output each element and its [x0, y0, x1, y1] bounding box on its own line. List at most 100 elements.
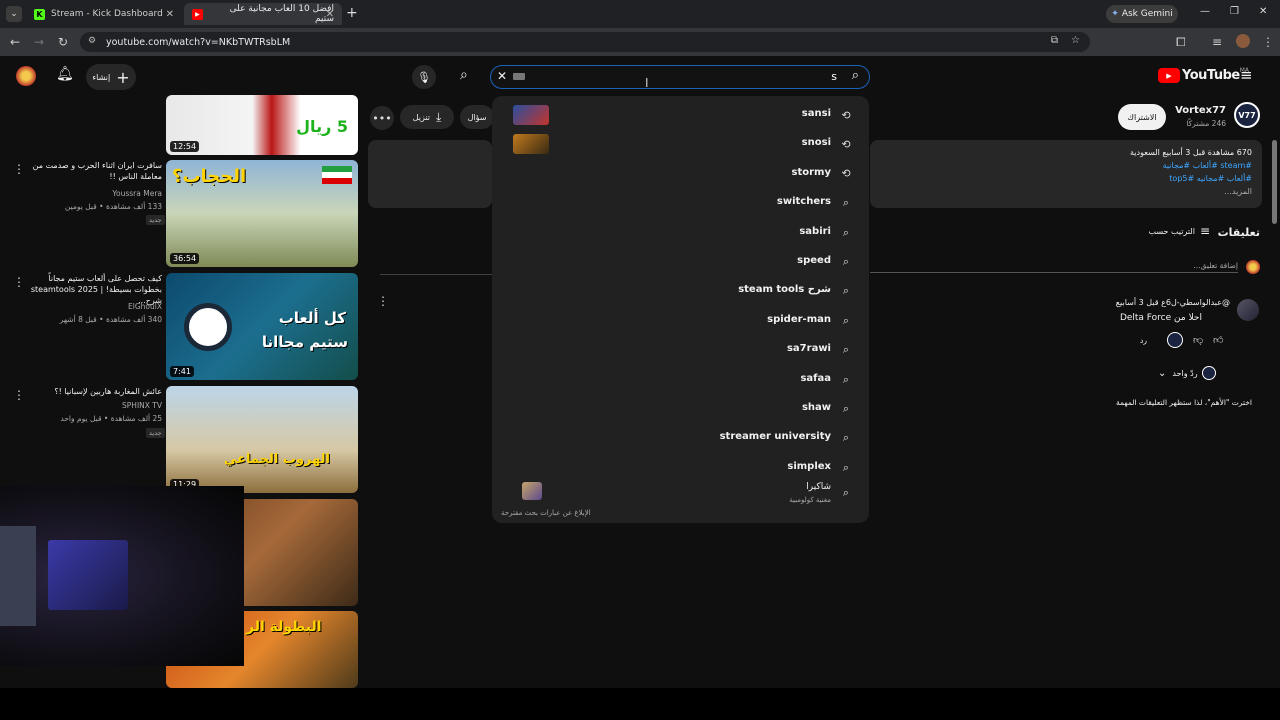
like-icon[interactable]: 👍︎: [1213, 334, 1223, 346]
site-info-icon[interactable]: ⚙: [88, 36, 96, 46]
profile-avatar[interactable]: [1236, 34, 1250, 48]
search-suggestion-icon: ⌕: [842, 372, 850, 386]
hamburger-menu-icon[interactable]: ≡: [1240, 66, 1253, 84]
sort-icon: ≡: [1199, 224, 1210, 238]
account-avatar[interactable]: [16, 66, 36, 86]
clear-search-icon[interactable]: ✕: [497, 69, 507, 83]
extensions-icon[interactable]: ⧠: [1176, 35, 1186, 50]
video-thumbnail[interactable]: الهروب الجماعي 11:29: [166, 386, 358, 493]
reading-list-icon[interactable]: ≡: [1212, 35, 1222, 49]
hashtags[interactable]: #steam #ألعاب #مجانية: [900, 161, 1252, 170]
add-comment-input[interactable]: إضافة تعليق...: [870, 261, 1238, 270]
search-suggestion[interactable]: shaw ⌕: [492, 396, 869, 422]
search-suggestion[interactable]: stormy ⟲: [492, 161, 869, 187]
maximize-icon[interactable]: ❐: [1230, 6, 1239, 17]
channel-name[interactable]: Vortex77: [1160, 105, 1226, 116]
replies-toggle[interactable]: ⌄ ردّ واحد: [1158, 366, 1216, 380]
video-duration: 7:41: [170, 366, 194, 377]
search-suggestion[interactable]: steam tools شرح ⌕: [492, 278, 869, 304]
more-actions-icon[interactable]: •••: [370, 106, 394, 130]
address-bar[interactable]: ⚙ youtube.com/watch?v=NKbTWTRsbLM ⧉ ☆: [80, 32, 1090, 52]
thumbnail-caption: البطولة الر: [246, 619, 322, 635]
video-meta: 133 ألف مشاهدة • قبل يومين: [64, 202, 162, 211]
suggestion-thumbnail: [513, 105, 549, 125]
creator-heart-avatar: [1167, 332, 1183, 348]
page-scrollbar[interactable]: [1272, 140, 1277, 224]
download-button[interactable]: تنزيل ⤓: [400, 105, 454, 129]
dislike-icon[interactable]: 👎︎: [1193, 334, 1203, 346]
search-suggestion[interactable]: streamer university ⌕: [492, 425, 869, 451]
comment-menu-icon[interactable]: ⋮: [377, 294, 389, 308]
report-suggestions-link[interactable]: الإبلاغ عن عبارات بحث مقترحة: [501, 509, 591, 517]
search-suggestion[interactable]: speed ⌕: [492, 249, 869, 275]
search-suggestion[interactable]: snosi ⟲: [492, 131, 869, 157]
download-label: تنزيل: [412, 112, 431, 122]
commenter-avatar[interactable]: [1237, 299, 1259, 321]
video-thumbnail[interactable]: الحجاب؟ 36:54: [166, 160, 358, 267]
video-channel[interactable]: Youssra Mera: [30, 189, 162, 198]
voice-search-icon[interactable]: 🎙︎: [412, 65, 436, 89]
video-thumbnail[interactable]: كل ألعاب ستيم مجاانا 7:41: [166, 273, 358, 380]
search-input[interactable]: ✕ s ⌕: [490, 65, 870, 89]
suggestion-text: spider-man: [767, 313, 831, 325]
video-title[interactable]: سافرت ايران اثناء الحرب و صدمت من معاملة…: [30, 160, 162, 182]
browser-tab-kick[interactable]: K Stream - Kick Dashboard ✕: [26, 3, 182, 25]
reply-button[interactable]: رد: [1140, 336, 1147, 345]
search-icon[interactable]: ⌕: [460, 67, 468, 83]
comment-author[interactable]: @عبدالواسطي-ل6ع قبل 3 أسابيع: [980, 298, 1230, 307]
search-suggestion[interactable]: spider-man ⌕: [492, 308, 869, 334]
tab-search-icon[interactable]: ⌄: [6, 6, 22, 22]
browser-tab-youtube[interactable]: ▶ افضل 10 العاب مجانية على ستيم ✕: [184, 3, 342, 25]
search-suggestion[interactable]: sansi ⟲: [492, 102, 869, 128]
ask-gemini-button[interactable]: ✦ Ask Gemini: [1106, 5, 1178, 23]
video-channel[interactable]: SPHINX TV: [30, 401, 162, 410]
video-thumbnail[interactable]: 5 ريال 12:54: [166, 95, 358, 155]
steam-logo-icon: [184, 303, 232, 351]
hashtags[interactable]: #ألعاب #مجانيه #top5: [900, 174, 1252, 183]
forward-icon[interactable]: →: [34, 35, 44, 49]
youtube-logo[interactable]: ▶ YouTube MA: [1158, 67, 1249, 83]
back-icon[interactable]: ←: [10, 35, 20, 49]
video-menu-icon[interactable]: ⋮: [13, 162, 25, 176]
channel-avatar[interactable]: V77: [1234, 102, 1260, 128]
search-suggestion[interactable]: sabiri ⌕: [492, 220, 869, 246]
sort-note: اخترت "الأهم"، لذا ستظهر التعليقات المهم…: [1116, 398, 1252, 407]
video-meta: 25 ألف مشاهدة • قبل يوم واحد: [60, 414, 162, 423]
sort-button[interactable]: الترتيب حسب ≡: [1140, 224, 1210, 238]
suggestion-text: stormy: [791, 166, 831, 178]
search-submit-icon[interactable]: ⌕: [852, 68, 859, 83]
youtube-logo-text: YouTube: [1182, 68, 1240, 83]
video-duration: 36:54: [170, 253, 200, 264]
notifications-bell-icon[interactable]: 🔔︎: [56, 66, 74, 82]
search-suggestion[interactable]: safaa ⌕: [492, 367, 869, 393]
bookmark-star-icon[interactable]: ☆: [1071, 35, 1080, 46]
keyboard-icon[interactable]: [513, 73, 525, 80]
create-button[interactable]: إنشاء +: [86, 64, 136, 90]
close-tab-icon[interactable]: ✕: [326, 9, 334, 20]
show-more-link[interactable]: المزيد...: [900, 187, 1252, 196]
close-window-icon[interactable]: ✕: [1259, 6, 1267, 17]
ask-button[interactable]: سؤال: [460, 105, 494, 129]
minimize-icon[interactable]: —: [1200, 6, 1210, 17]
video-menu-icon[interactable]: ⋮: [13, 275, 25, 289]
add-comment-underline: [870, 272, 1238, 273]
reload-icon[interactable]: ↻: [58, 35, 68, 49]
search-suggestion[interactable]: sa7rawi ⌕: [492, 337, 869, 363]
video-title[interactable]: عائش المغاربة هاربين لإسبانيا !؟: [30, 386, 162, 397]
video-channel[interactable]: ElGhoulX: [30, 302, 162, 311]
description-box[interactable]: [368, 140, 492, 208]
close-tab-icon[interactable]: ✕: [166, 9, 174, 20]
video-stats: 670 مشاهدة قبل 3 أسابيع السعودية: [1130, 148, 1252, 157]
search-query-text: s: [831, 70, 837, 83]
video-menu-icon[interactable]: ⋮: [13, 388, 25, 402]
new-tab-button[interactable]: +: [346, 5, 358, 21]
search-suggestion[interactable]: simplex ⌕: [492, 455, 869, 481]
search-suggestion[interactable]: switchers ⌕: [492, 190, 869, 216]
search-suggestion-icon: ⌕: [842, 343, 850, 357]
browser-menu-icon[interactable]: ⋮: [1262, 35, 1274, 49]
install-app-icon[interactable]: ⧉: [1051, 35, 1058, 46]
suggestion-entity[interactable]: شاكيرا مغنية كولومبية ⌕: [492, 480, 869, 508]
new-badge: جديد: [146, 428, 165, 438]
url-text: youtube.com/watch?v=NKbTWTRsbLM: [106, 36, 291, 48]
subscribe-button[interactable]: الاشتراك: [1118, 104, 1166, 130]
